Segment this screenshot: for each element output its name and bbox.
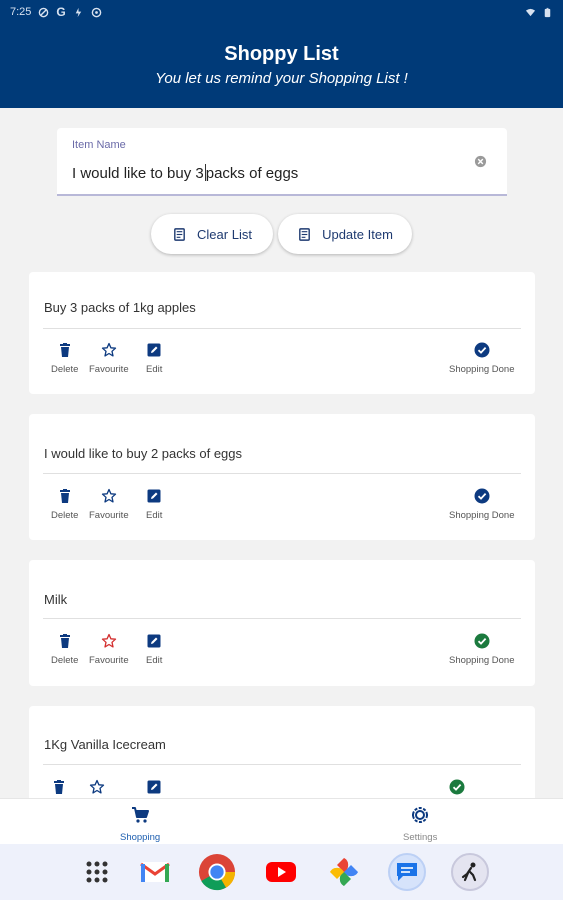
check-circle-icon xyxy=(474,488,490,504)
delete-button[interactable] xyxy=(51,779,67,795)
check-circle-icon xyxy=(449,779,465,795)
edit-button[interactable] xyxy=(146,779,162,795)
app-header: Shoppy List You let us remind your Shopp… xyxy=(0,24,563,108)
star-outline-icon xyxy=(89,779,105,794)
favourite-button[interactable]: Favourite xyxy=(89,342,129,375)
edit-button[interactable]: Edit xyxy=(146,488,162,521)
item-name-text-before: I would like to buy 3 xyxy=(72,165,204,182)
check-circle-icon xyxy=(474,633,490,649)
update-item-label: Update Item xyxy=(322,226,393,242)
youtube-icon[interactable] xyxy=(262,853,300,891)
gear-icon xyxy=(412,807,429,823)
item-text: I would like to buy 2 packs of eggs xyxy=(44,446,243,461)
edit-icon xyxy=(147,780,161,794)
clear-list-label: Clear List xyxy=(197,226,252,242)
gmail-icon[interactable] xyxy=(136,853,174,891)
nav-settings-label: Settings xyxy=(403,832,438,843)
item-name-label: Item Name xyxy=(72,139,126,151)
edit-icon xyxy=(147,343,161,357)
edit-button[interactable]: Edit xyxy=(146,342,162,375)
status-bar: 7:25 G xyxy=(0,0,563,24)
delete-button[interactable]: Delete xyxy=(51,488,78,521)
delete-label: Delete xyxy=(51,364,79,375)
trash-icon xyxy=(59,343,70,357)
camera-icon xyxy=(91,7,102,17)
battery-icon xyxy=(544,7,551,17)
app-title: Shoppy List xyxy=(224,43,339,65)
shopping-done-button[interactable]: Shopping Done xyxy=(449,488,515,521)
divider xyxy=(43,764,521,765)
shopping-done-label: Shopping Done xyxy=(449,510,515,521)
favourite-label: Favourite xyxy=(89,364,129,375)
item-name-field[interactable]: Item Name I would like to buy 3 packs of … xyxy=(57,128,507,196)
app-icon[interactable] xyxy=(451,853,489,891)
star-outline-icon xyxy=(101,488,116,503)
item-text: Buy 3 packs of 1kg apples xyxy=(44,300,196,315)
trash-icon xyxy=(54,780,64,794)
chrome-icon[interactable] xyxy=(198,853,236,891)
trash-icon xyxy=(59,489,70,503)
update-item-button[interactable]: Update Item xyxy=(278,214,412,254)
divider xyxy=(43,328,521,329)
list-item: I would like to buy 2 packs of eggs Dele… xyxy=(29,414,535,540)
check-circle-icon xyxy=(474,342,490,358)
list-item: Milk Delete Favourite Edit Shopping Done xyxy=(29,560,535,686)
flash-icon xyxy=(75,7,82,17)
star-outline-icon xyxy=(101,342,116,357)
google-icon: G xyxy=(56,5,66,19)
star-outline-icon xyxy=(101,633,116,648)
apps-grid-icon[interactable] xyxy=(78,853,116,891)
delete-label: Delete xyxy=(51,655,79,666)
divider xyxy=(43,618,521,619)
clear-list-button[interactable]: Clear List xyxy=(151,214,273,254)
item-text: Milk xyxy=(44,592,68,607)
edit-label: Edit xyxy=(146,364,163,375)
wifi-icon xyxy=(525,8,536,16)
list-icon xyxy=(299,227,310,241)
nav-settings[interactable]: Settings xyxy=(403,805,437,843)
shopping-done-label: Shopping Done xyxy=(449,655,515,666)
list-item: Buy 3 packs of 1kg apples Delete Favouri… xyxy=(29,272,535,394)
edit-button[interactable]: Edit xyxy=(146,633,162,666)
cart-icon xyxy=(132,807,150,823)
edit-icon xyxy=(147,634,161,648)
favourite-button[interactable]: Favourite xyxy=(89,488,129,521)
delete-button[interactable]: Delete xyxy=(51,342,78,375)
messages-icon[interactable] xyxy=(388,853,426,891)
list-icon xyxy=(174,227,185,241)
delete-button[interactable]: Delete xyxy=(51,633,78,666)
item-name-text-after: packs of eggs xyxy=(205,165,299,182)
clear-input-icon[interactable] xyxy=(474,155,487,168)
status-time: 7:25 xyxy=(10,6,32,18)
nav-shopping[interactable]: Shopping xyxy=(120,805,160,843)
shopping-done-button[interactable]: Shopping Done xyxy=(449,633,515,666)
favourite-button[interactable]: Favourite xyxy=(89,633,129,666)
system-dock xyxy=(0,844,563,900)
blocked-icon xyxy=(39,7,49,17)
shopping-done-label: Shopping Done xyxy=(449,364,515,375)
favourite-button[interactable] xyxy=(89,779,105,795)
edit-icon xyxy=(147,489,161,503)
trash-icon xyxy=(59,634,70,648)
app-subtitle: You let us remind your Shopping List ! xyxy=(155,70,408,87)
item-name-value[interactable]: I would like to buy 3 packs of eggs xyxy=(72,164,298,182)
shopping-done-button[interactable] xyxy=(449,779,465,795)
photos-icon[interactable] xyxy=(325,853,363,891)
favourite-label: Favourite xyxy=(89,655,129,666)
delete-label: Delete xyxy=(51,510,79,521)
bottom-nav: Shopping Settings xyxy=(0,798,563,844)
nav-shopping-label: Shopping xyxy=(120,832,161,843)
item-text: 1Kg Vanilla Icecream xyxy=(44,737,166,752)
edit-label: Edit xyxy=(146,655,163,666)
shopping-done-button[interactable]: Shopping Done xyxy=(449,342,515,375)
list-item: 1Kg Vanilla Icecream xyxy=(29,706,535,798)
divider xyxy=(43,473,521,474)
edit-label: Edit xyxy=(146,510,163,521)
favourite-label: Favourite xyxy=(89,510,129,521)
